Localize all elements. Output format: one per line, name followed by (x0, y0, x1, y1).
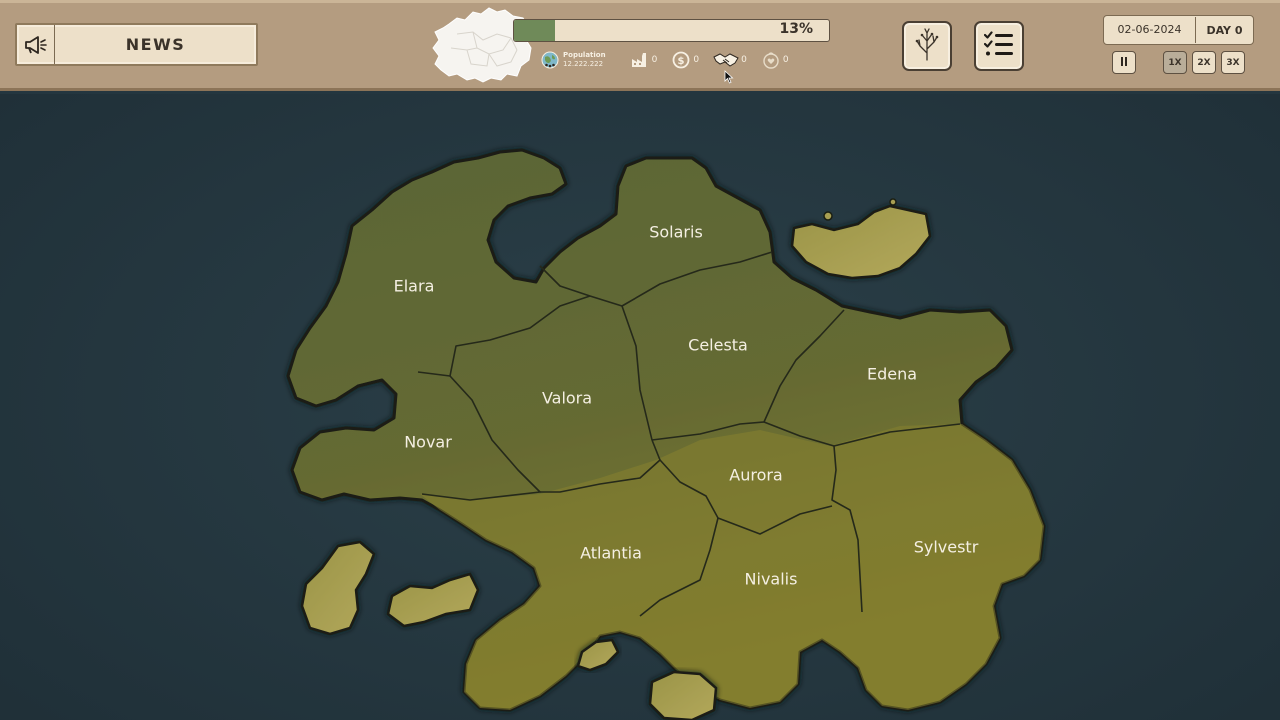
speed-3x-button[interactable]: 3X (1221, 51, 1245, 74)
population-value: 12.222.222 (563, 60, 604, 68)
speed-2x-button[interactable]: 2X (1192, 51, 1216, 74)
pause-button[interactable] (1112, 51, 1136, 74)
island-south-b[interactable] (648, 670, 718, 720)
factory-icon (630, 50, 650, 70)
news-button[interactable]: NEWS (15, 23, 258, 66)
diplomacy-stat[interactable]: 0 (713, 50, 747, 70)
tasks-button[interactable] (974, 21, 1024, 71)
region-celesta[interactable]: Celesta (688, 336, 748, 355)
tech-tree-icon (913, 27, 941, 65)
news-label: NEWS (125, 35, 186, 54)
map-canvas[interactable]: Solaris Elara Celesta Valora Edena Novar… (0, 94, 1280, 720)
region-nivalis[interactable]: Nivalis (745, 570, 798, 589)
islet (889, 198, 897, 206)
coin-icon: $ (671, 50, 691, 70)
region-edena[interactable]: Edena (867, 365, 917, 384)
stats-row: Population 12.222.222 0 $ 0 0 0 (540, 49, 803, 71)
handshake-icon (713, 50, 739, 70)
region-solaris[interactable]: Solaris (649, 223, 703, 242)
date-display: 02-06-2024 DAY 0 (1103, 15, 1254, 45)
region-valora[interactable]: Valora (542, 389, 592, 408)
islet (823, 211, 833, 221)
checklist-icon (983, 31, 1014, 61)
region-atlantia[interactable]: Atlantia (580, 544, 642, 563)
globe-icon (540, 50, 560, 70)
population-label: Population (563, 51, 606, 59)
industry-stat[interactable]: 0 (630, 50, 658, 70)
progress-fill (514, 20, 555, 41)
day-counter: DAY 0 (1206, 23, 1243, 37)
population-stat[interactable]: Population 12.222.222 (540, 50, 606, 70)
region-aurora[interactable]: Aurora (729, 466, 782, 485)
region-sylvestr[interactable]: Sylvestr (914, 538, 979, 557)
date-text: 02-06-2024 (1104, 17, 1196, 43)
megaphone-icon (17, 25, 55, 64)
speed-1x-button[interactable]: 1X (1163, 51, 1187, 74)
mouse-cursor-icon (724, 70, 734, 84)
diplomacy-value: 0 (741, 55, 747, 65)
happiness-stat[interactable]: 0 (761, 50, 789, 70)
top-bar: NEWS 13% Population 12.222.222 0 $ 0 0 0… (0, 0, 1280, 91)
economy-stat[interactable]: $ 0 (671, 50, 699, 70)
world-map[interactable]: Solaris Elara Celesta Valora Edena Novar… (0, 94, 1280, 720)
progress-percent: 13% (779, 21, 813, 37)
region-novar[interactable]: Novar (404, 433, 452, 452)
svg-text:$: $ (678, 56, 685, 67)
tech-tree-button[interactable] (902, 21, 952, 71)
heart-icon (761, 50, 781, 70)
mini-map[interactable] (427, 4, 537, 84)
industry-value: 0 (651, 55, 658, 65)
progress-bar: 13% (513, 19, 830, 42)
pause-icon (1120, 56, 1128, 69)
happiness-value: 0 (782, 55, 789, 65)
economy-value: 0 (693, 55, 700, 65)
region-elara[interactable]: Elara (394, 277, 435, 296)
